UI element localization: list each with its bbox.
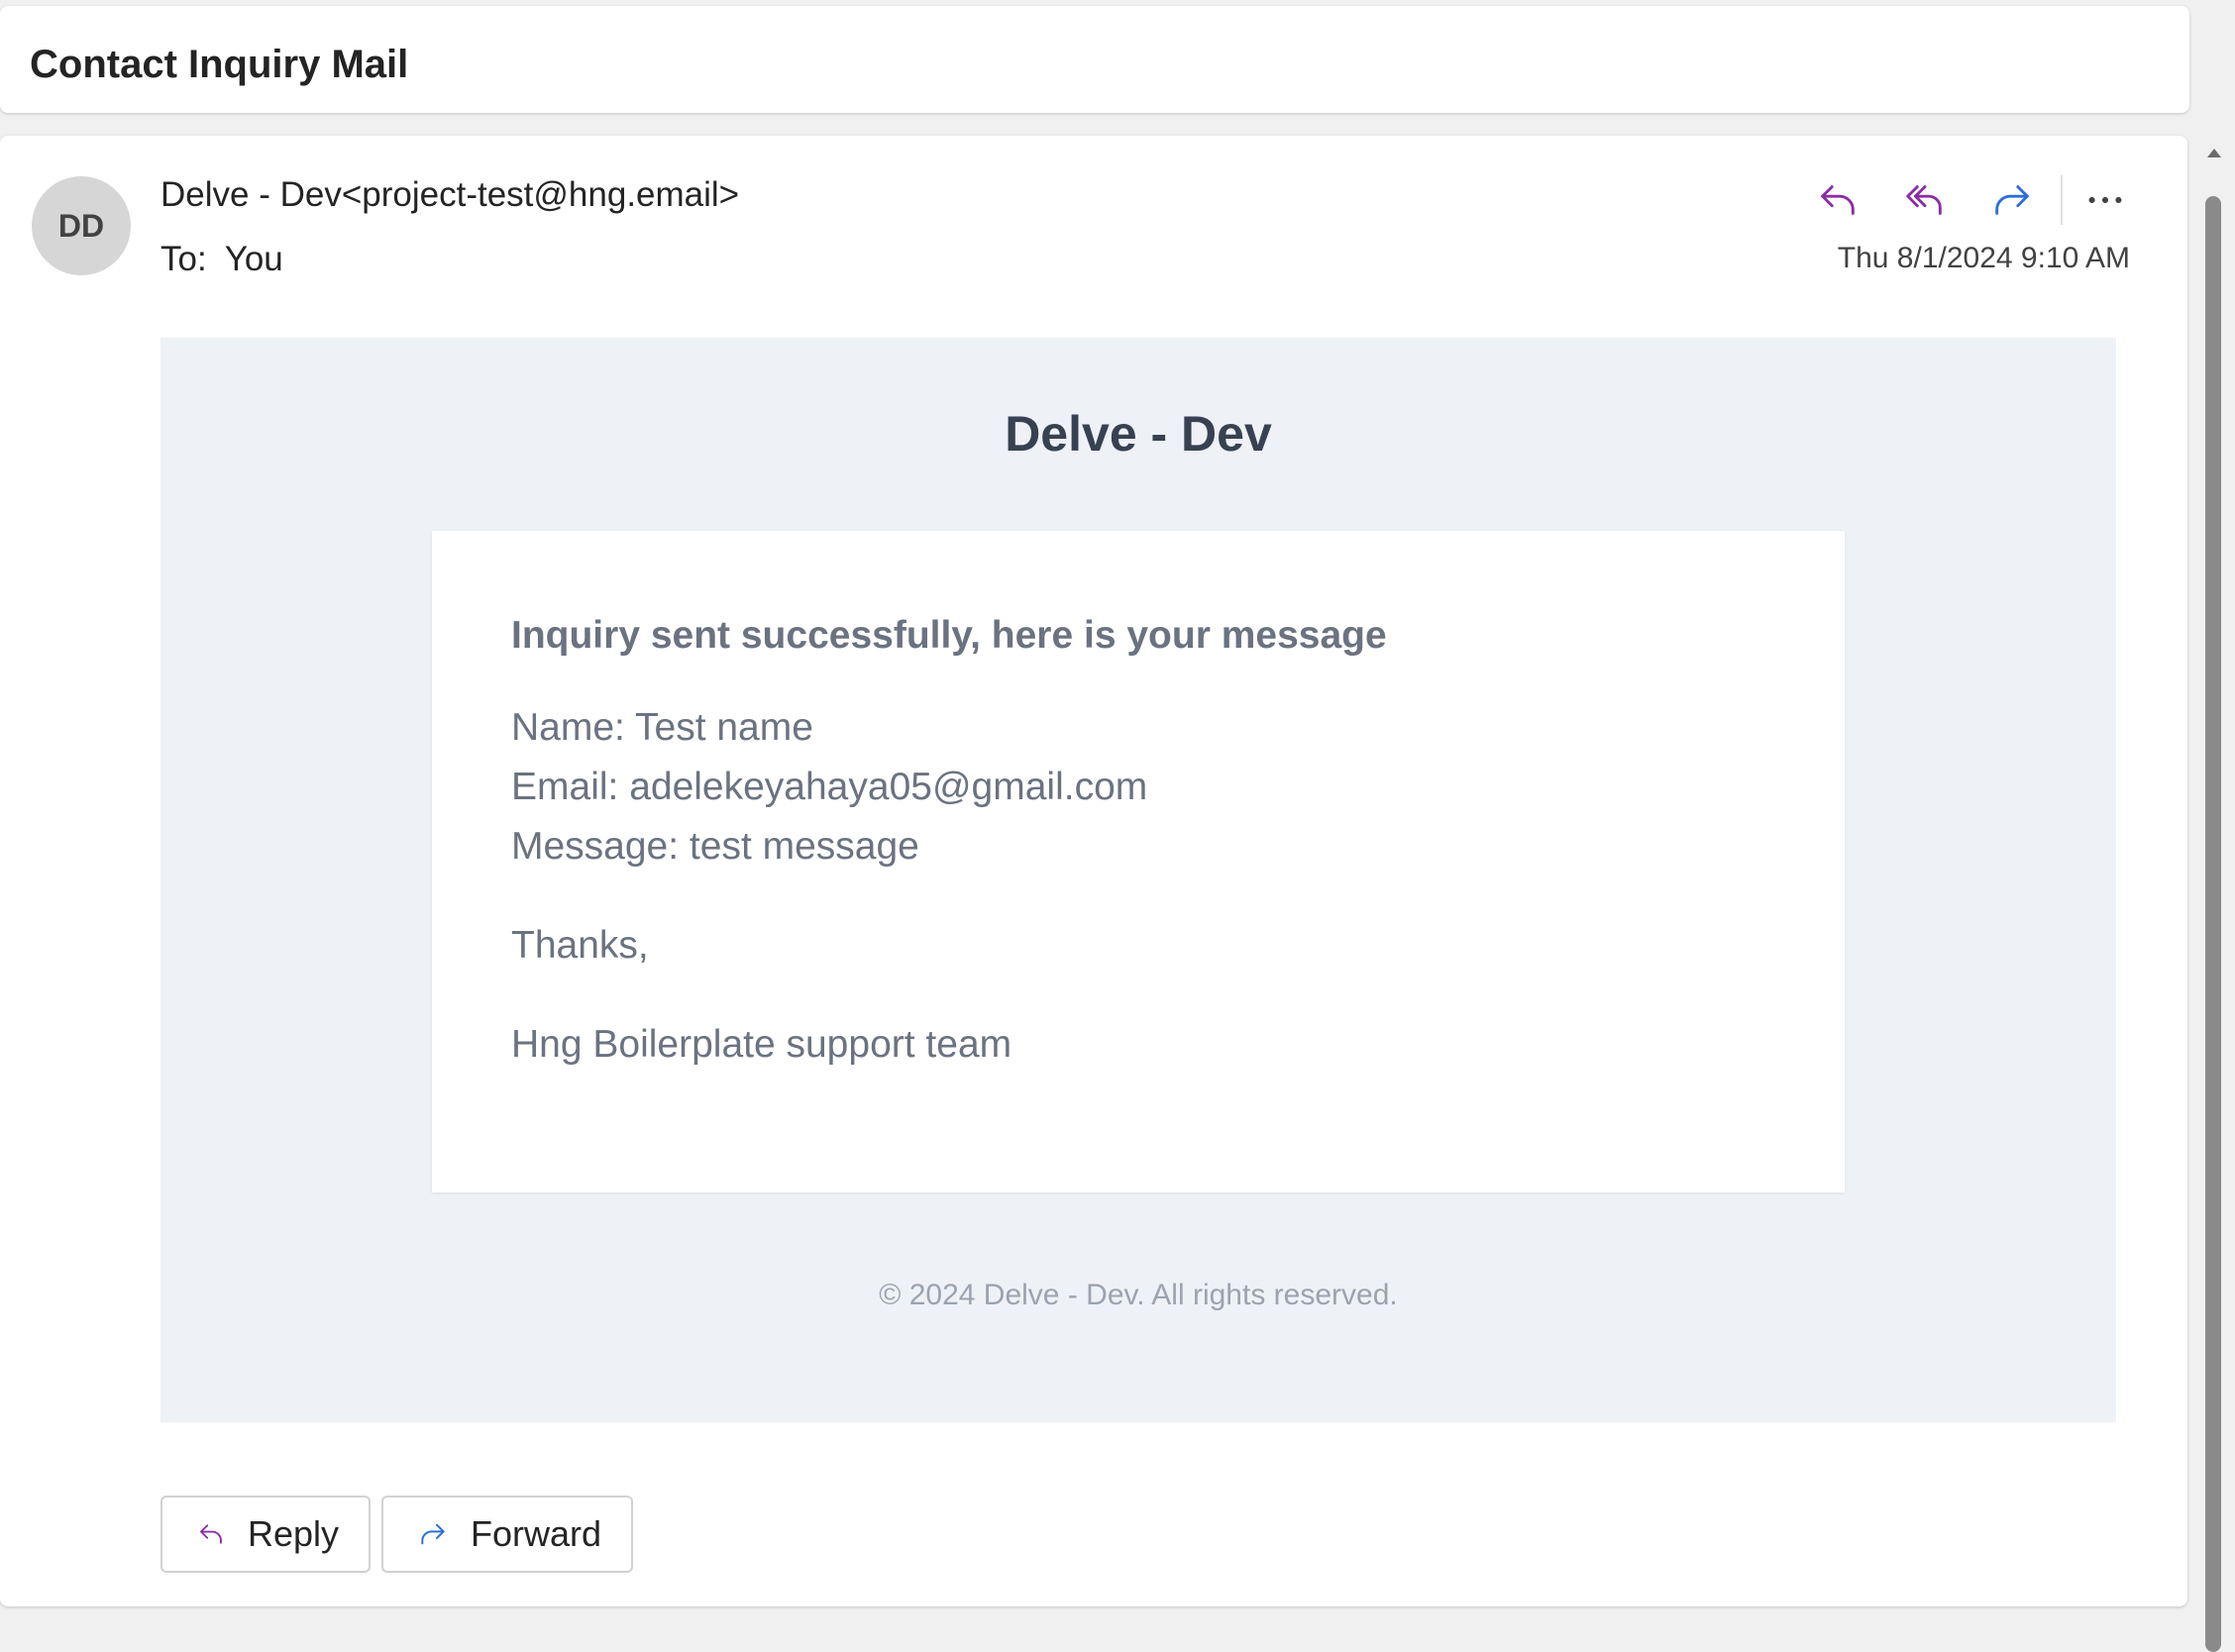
reply-icon	[1821, 185, 1855, 215]
reply-label: Reply	[247, 1513, 339, 1554]
subject-title: Contact Inquiry Mail	[30, 43, 409, 86]
forward-label: Forward	[470, 1513, 601, 1554]
thanks-line: Thanks,	[511, 924, 649, 967]
sender-address[interactable]: Delve - Dev<project-test@hng.email>	[160, 175, 739, 215]
message-line: Message: test message	[511, 825, 919, 868]
more-actions-button[interactable]	[2071, 170, 2140, 230]
reply-all-icon	[1906, 185, 1942, 215]
forward-button[interactable]	[1977, 170, 2047, 230]
actions-divider	[2061, 175, 2063, 225]
copyright-footer: © 2024 Delve - Dev. All rights reserved.	[879, 1279, 1398, 1311]
recipient-line: To: You	[160, 240, 283, 279]
scrollbar[interactable]	[2203, 139, 2225, 1652]
reply-icon	[200, 1524, 222, 1544]
message-heading: Inquiry sent successfully, here is your …	[511, 614, 1387, 657]
reply-footer-button[interactable]: Reply	[160, 1496, 371, 1573]
message-card: Inquiry sent successfully, here is your …	[432, 531, 1845, 1192]
recipient-name[interactable]: You	[225, 240, 283, 278]
forward-icon	[1995, 185, 2029, 215]
email-body: Delve - Dev Inquiry sent successfully, h…	[160, 338, 2116, 1422]
scroll-up-arrow-icon[interactable]	[2207, 149, 2221, 157]
message-actions	[1803, 165, 2140, 235]
reply-button[interactable]	[1803, 170, 1872, 230]
to-label: To:	[160, 240, 207, 278]
signature-line: Hng Boilerplate support team	[511, 1023, 1012, 1066]
mail-card: DD Delve - Dev<project-test@hng.email> T…	[0, 136, 2187, 1606]
name-line: Name: Test name	[511, 706, 813, 749]
timestamp: Thu 8/1/2024 9:10 AM	[1837, 242, 2130, 274]
subject-bar: Contact Inquiry Mail	[0, 6, 2189, 113]
email-line: Email: adelekeyahaya05@gmail.com	[511, 766, 1148, 808]
brand-title: Delve - Dev	[1005, 406, 1272, 462]
reply-all-button[interactable]	[1890, 170, 1960, 230]
forward-icon	[421, 1523, 445, 1545]
forward-footer-button[interactable]: Forward	[381, 1496, 633, 1573]
scroll-thumb[interactable]	[2205, 196, 2221, 1652]
more-icon	[2088, 196, 2122, 204]
avatar[interactable]: DD	[32, 176, 131, 275]
